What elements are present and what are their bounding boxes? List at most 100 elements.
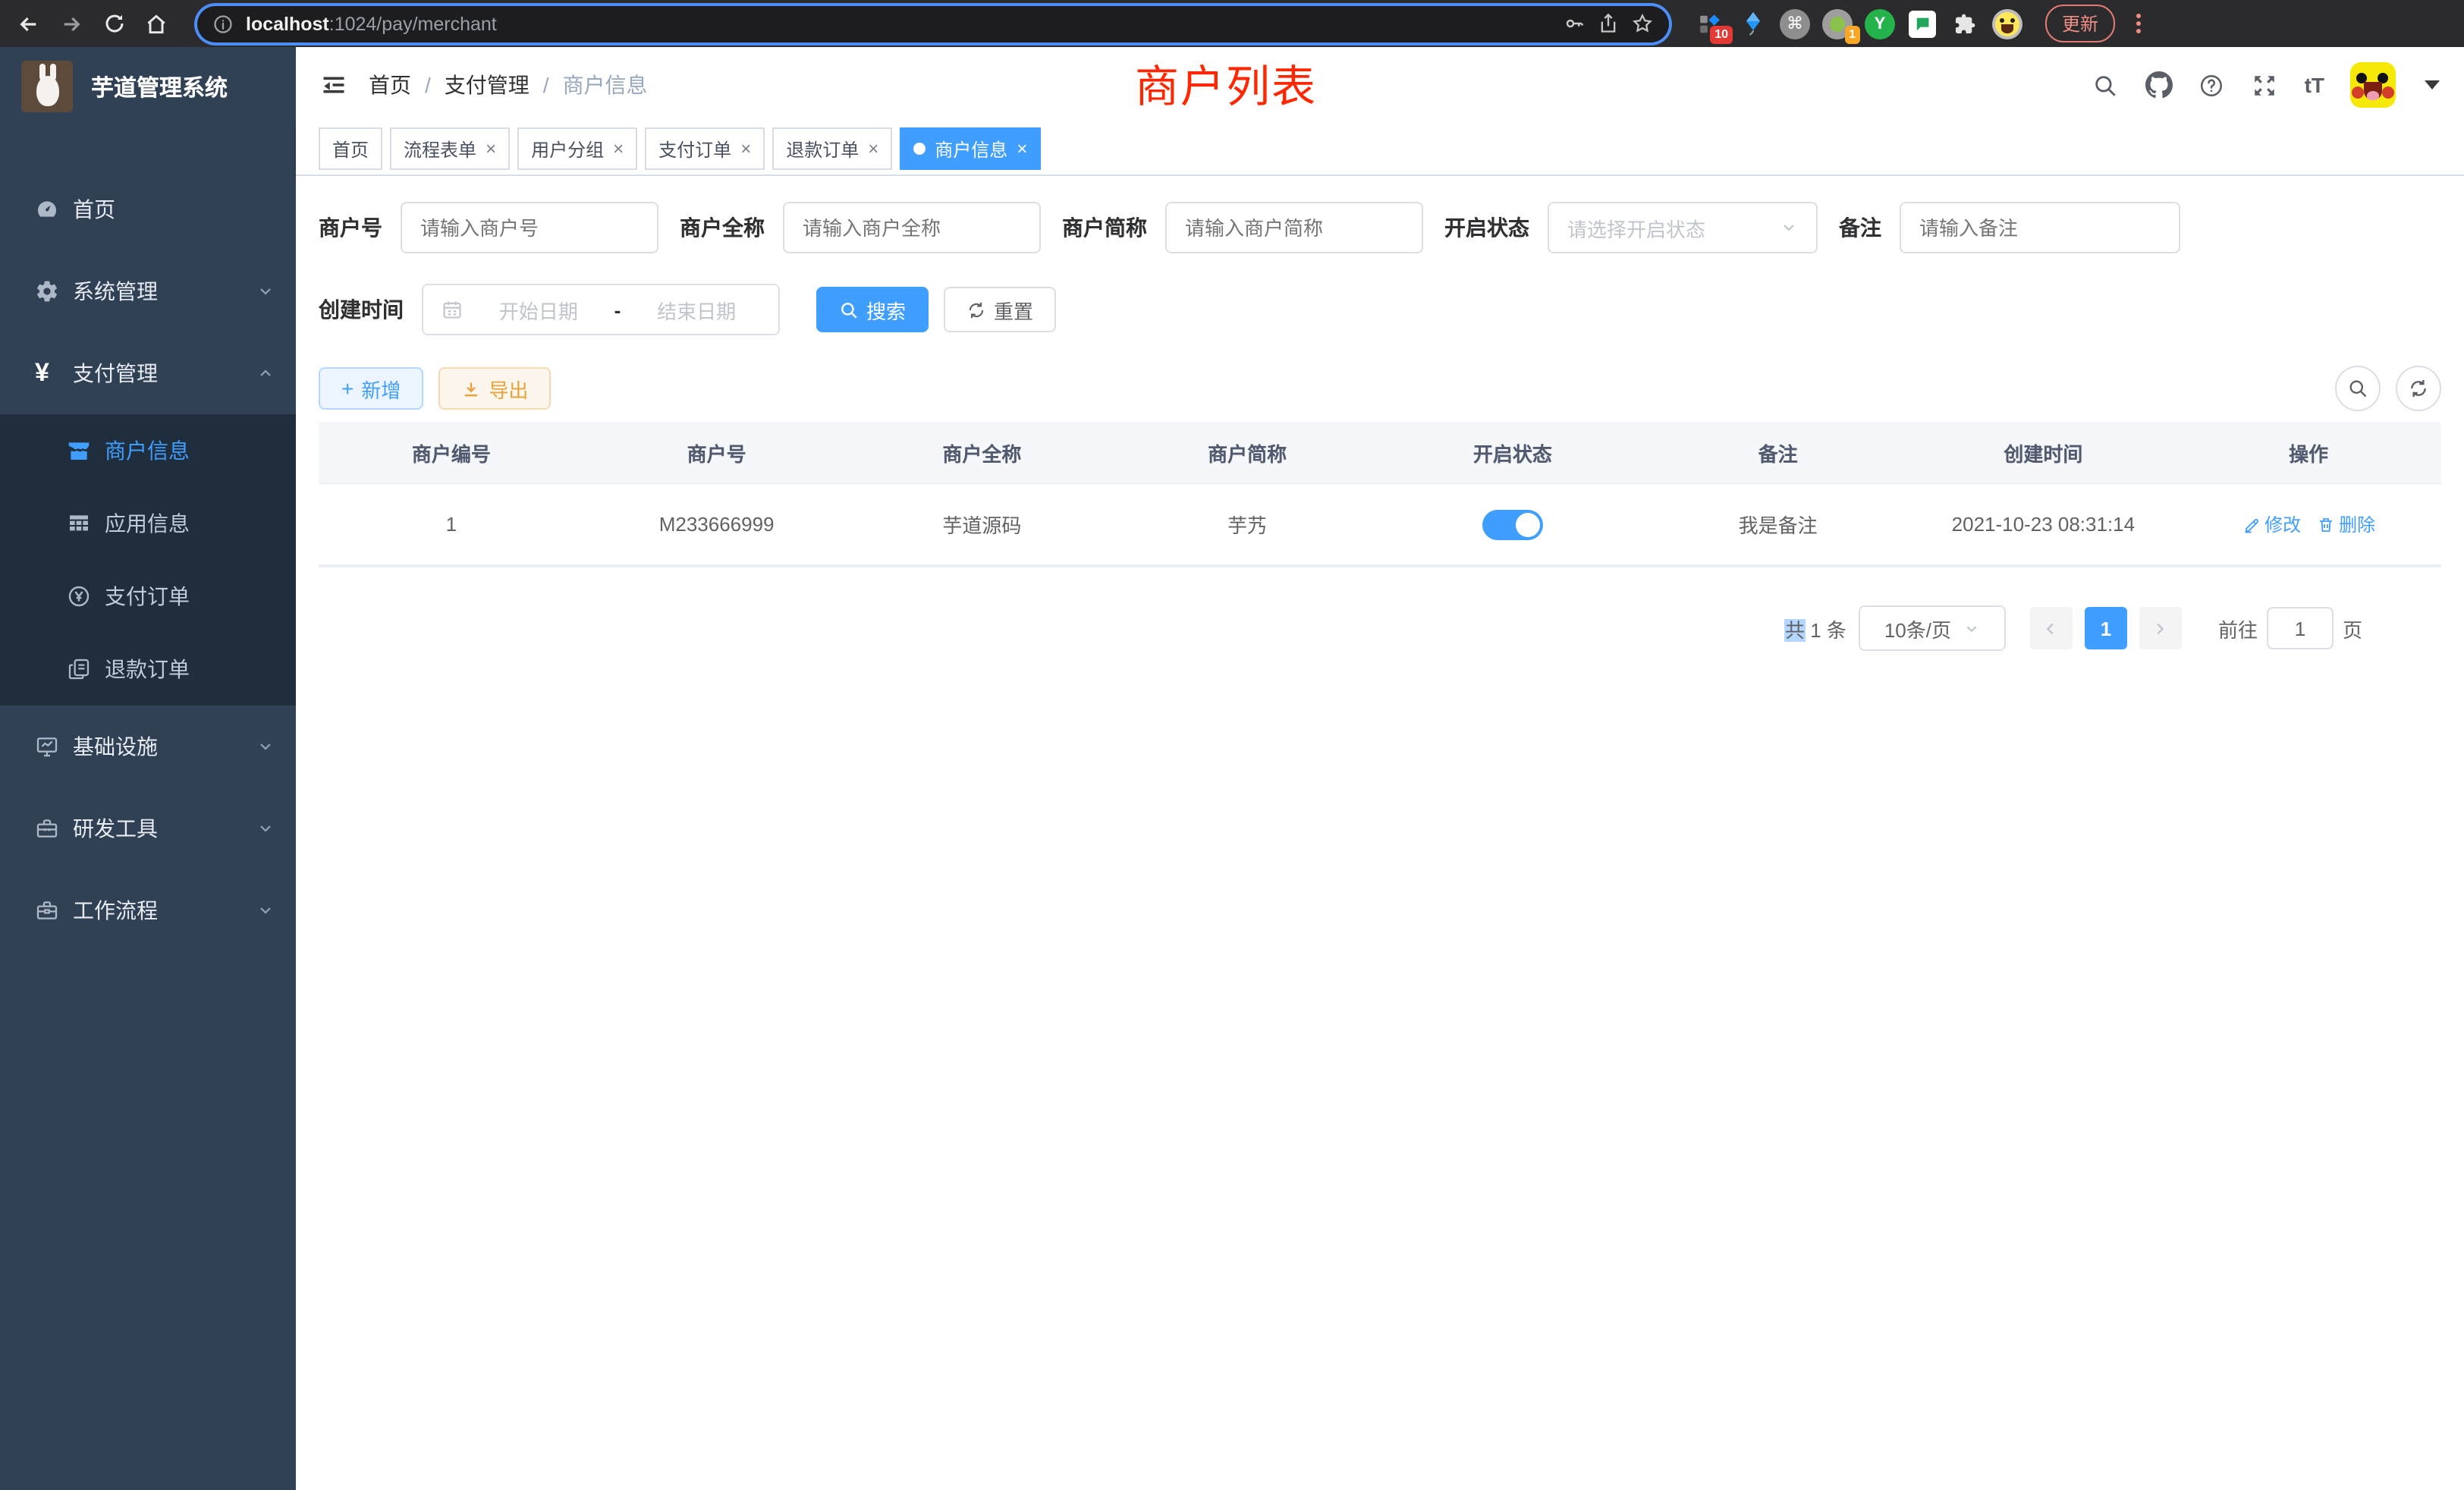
page-size-select[interactable]: 10条/页 [1859,605,2006,651]
sidebar-item-label: 支付订单 [105,581,275,611]
monitor-icon [35,734,59,759]
col-short-name: 商户简称 [1114,422,1380,483]
extensions-puzzle-icon[interactable] [1948,7,1982,40]
toolbox-icon [35,816,59,841]
browser-address-bar[interactable]: localhost:1024/pay/merchant [197,5,1669,42]
bookmark-star-icon[interactable] [1631,12,1654,35]
breadcrumb-home[interactable]: 首页 [369,70,411,100]
top-navbar: 首页 / 支付管理 / 商户信息 商户列表 [296,47,2464,123]
sidebar-item-label: 系统管理 [73,276,256,306]
tab-process-form[interactable]: 流程表单 × [390,127,510,170]
delete-link[interactable]: 删除 [2316,511,2375,537]
browser-reload-button[interactable] [97,7,130,40]
sidebar-item-workflow[interactable]: 工作流程 [0,869,296,951]
active-tab-dot [913,143,926,155]
extension-profile-badge: 1 [1844,25,1860,43]
sidebar-item-label: 商户信息 [105,435,275,466]
site-info-icon[interactable] [212,13,234,34]
download-icon [461,379,481,398]
remark-input[interactable] [1900,202,2180,253]
merchant-short-input[interactable] [1165,202,1423,253]
close-icon[interactable]: × [486,138,496,159]
sidebar-item-system[interactable]: 系统管理 [0,250,296,332]
merchant-no-input[interactable] [401,202,658,253]
cell-merchant-no: M233666999 [584,484,850,564]
close-icon[interactable]: × [740,138,751,159]
next-page-button[interactable] [2139,607,2182,649]
extension-emoji-avatar[interactable] [1991,7,2024,40]
browser-forward-button[interactable] [55,7,88,40]
sidebar-item-merchant-info[interactable]: 商户信息 [0,414,296,487]
red-annotation-text: 商户列表 [1135,52,1317,115]
toggle-search-button[interactable] [2335,366,2381,411]
refresh-table-button[interactable] [2396,366,2441,411]
help-icon[interactable] [2198,71,2226,99]
sidebar-item-infrastructure[interactable]: 基础设施 [0,706,296,787]
browser-update-button[interactable]: 更新 [2045,5,2115,42]
page-number-1[interactable]: 1 [2085,607,2127,649]
sidebar-item-app-info[interactable]: 应用信息 [0,487,296,560]
tab-merchant-info[interactable]: 商户信息 × [900,127,1041,170]
sidebar-item-label: 研发工具 [73,813,256,844]
tags-view-bar: 首页 流程表单 × 用户分组 × 支付订单 × 退款订单 × [296,123,2464,176]
fullscreen-icon[interactable] [2252,71,2279,99]
extension-grid-icon[interactable]: 10 [1693,7,1727,40]
status-select[interactable]: 请选择开启状态 [1548,202,1818,253]
browser-chrome: localhost:1024/pay/merchant 10 ⌘ 1 [0,0,2464,47]
refresh-icon [966,300,986,319]
close-icon[interactable]: × [1017,138,1027,159]
avatar-dropdown-caret[interactable] [2425,80,2440,90]
close-icon[interactable]: × [613,138,624,159]
font-size-icon[interactable]: tT [2305,73,2324,97]
pagination-total: 共 1 条 [1785,614,1846,643]
cell-create-time: 2021-10-23 08:31:14 [1911,484,2176,564]
chevron-down-icon [256,819,275,838]
extension-y-icon[interactable]: Y [1863,7,1897,40]
sidebar-item-home[interactable]: 首页 [0,168,296,250]
export-button[interactable]: 导出 [438,367,551,410]
search-button[interactable]: 搜索 [816,287,929,332]
tab-refund-order[interactable]: 退款订单 × [772,127,892,170]
goto-page-input[interactable] [2267,607,2334,649]
reset-button[interactable]: 重置 [944,287,1056,332]
col-merchant-id: 商户编号 [319,422,584,483]
start-date-placeholder: 开始日期 [475,295,602,324]
status-toggle[interactable] [1482,509,1543,539]
tab-pay-order[interactable]: 支付订单 × [645,127,765,170]
extension-command-icon[interactable]: ⌘ [1778,7,1812,40]
chevron-down-icon [1963,620,1980,637]
share-icon[interactable] [1598,12,1619,35]
merchant-name-input[interactable] [783,202,1041,253]
cell-short-name: 芋艿 [1114,484,1380,564]
sidebar-collapse-icon[interactable] [320,71,347,99]
tab-user-group[interactable]: 用户分组 × [517,127,637,170]
sidebar-logo[interactable]: 芋道管理系统 [0,47,296,126]
sidebar-item-payment[interactable]: ¥ 支付管理 [0,332,296,414]
sidebar-item-refund-order[interactable]: 退款订单 [0,633,296,706]
edit-link[interactable]: 修改 [2242,511,2301,537]
extension-profile-icon[interactable]: 1 [1821,7,1854,40]
sidebar-item-dev-tools[interactable]: 研发工具 [0,787,296,869]
github-icon[interactable] [2145,71,2173,99]
trash-icon [2316,515,2334,533]
cell-full-name: 芋道源码 [850,484,1115,564]
browser-home-button[interactable] [140,7,173,40]
user-avatar[interactable] [2350,62,2396,108]
extension-kite-icon[interactable] [1736,7,1769,40]
sidebar-item-label: 支付管理 [73,358,256,388]
prev-page-button[interactable] [2030,607,2073,649]
browser-menu-icon[interactable] [2127,14,2148,33]
header-search-icon[interactable] [2092,71,2120,99]
sidebar-item-pay-order[interactable]: 支付订单 [0,560,296,633]
extension-chat-icon[interactable] [1906,7,1939,40]
browser-back-button[interactable] [12,7,46,40]
create-time-range-picker[interactable]: 开始日期 - 结束日期 [422,284,780,335]
breadcrumb-payment[interactable]: 支付管理 [445,70,530,100]
password-key-icon[interactable] [1563,12,1586,35]
chevron-down-icon [256,901,275,919]
add-button[interactable]: + 新增 [319,367,423,410]
tab-home[interactable]: 首页 [319,127,382,170]
remark-label: 备注 [1839,212,1881,243]
grid-table-icon [67,511,91,536]
close-icon[interactable]: × [868,138,878,159]
